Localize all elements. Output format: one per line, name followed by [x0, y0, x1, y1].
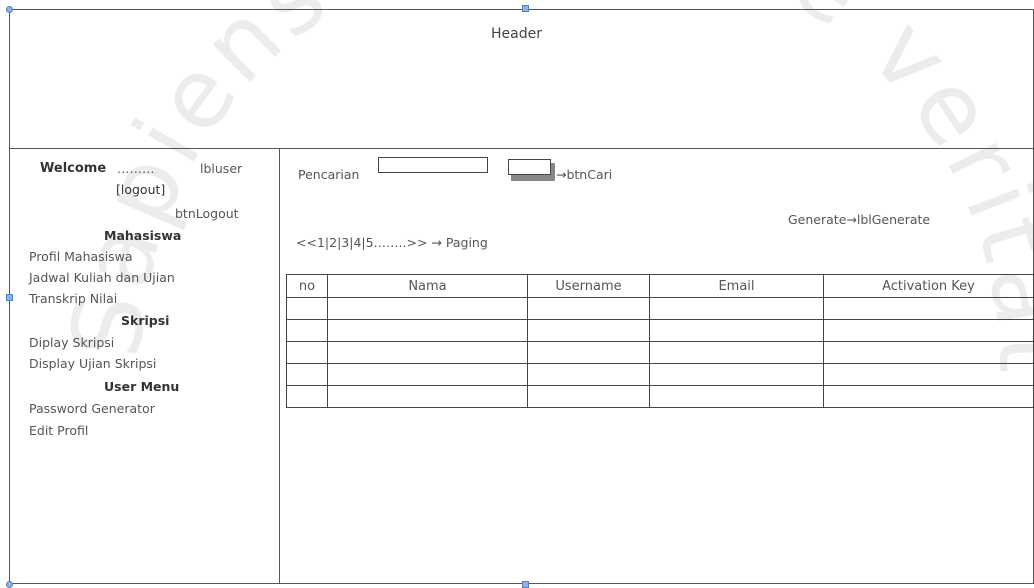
table-cell	[823, 319, 1034, 342]
table-cell	[327, 319, 528, 342]
sidebar-divider	[279, 148, 280, 584]
column-header-nama: Nama	[327, 274, 528, 298]
column-header-no: no	[286, 274, 328, 298]
welcome-label: Welcome	[40, 161, 107, 176]
table-cell	[286, 319, 328, 342]
table-cell	[286, 385, 328, 408]
section-title-user-menu: User Menu	[104, 379, 180, 394]
menu-item-edit-profil[interactable]: Edit Profil	[29, 423, 88, 438]
section-title-mahasiswa: Mahasiswa	[104, 228, 182, 243]
table-cell	[527, 319, 650, 342]
resize-handle-left[interactable]	[6, 294, 13, 301]
table-cell	[823, 385, 1034, 408]
btnlogout-label: btnLogout	[175, 206, 239, 221]
table-cell	[649, 341, 824, 364]
logout-link[interactable]: [logout]	[116, 182, 165, 197]
table-cell	[327, 297, 528, 320]
table-cell	[823, 341, 1034, 364]
lbluser-label: lbluser	[200, 161, 243, 176]
table-row	[286, 319, 1034, 342]
table-cell	[649, 319, 824, 342]
table-header-row: no Nama Username Email Activation Key	[286, 274, 1034, 298]
resize-handle-top[interactable]	[522, 5, 529, 12]
menu-item-display-ujian-skripsi[interactable]: Display Ujian Skripsi	[29, 356, 156, 371]
table-cell	[327, 385, 528, 408]
column-header-username: Username	[527, 274, 650, 298]
table-row	[286, 363, 1034, 386]
search-label: Pencarian	[298, 167, 360, 182]
table-cell	[327, 363, 528, 386]
data-table: no Nama Username Email Activation Key	[286, 274, 1034, 408]
table-row	[286, 341, 1034, 364]
menu-item-profil-mahasiswa[interactable]: Profil Mahasiswa	[29, 249, 133, 264]
table-cell	[649, 297, 824, 320]
table-cell	[286, 341, 328, 364]
table-cell	[649, 385, 824, 408]
resize-handle-bottom-left[interactable]	[6, 581, 13, 588]
welcome-dots: ………	[117, 161, 155, 176]
section-title-skripsi: Skripsi	[121, 313, 170, 328]
search-button[interactable]	[508, 159, 551, 175]
menu-item-jadwal-kuliah[interactable]: Jadwal Kuliah dan Ujian	[29, 270, 175, 285]
table-cell	[527, 297, 650, 320]
menu-item-transkrip-nilai[interactable]: Transkrip Nilai	[29, 291, 117, 306]
table-cell	[527, 385, 650, 408]
generate-label: Generate→lblGenerate	[788, 212, 931, 227]
header-divider	[9, 148, 1034, 149]
column-header-email: Email	[649, 274, 824, 298]
table-cell	[823, 297, 1034, 320]
column-header-activation-key: Activation Key	[823, 274, 1034, 298]
table-cell	[527, 363, 650, 386]
btncari-label: →btnCari	[556, 167, 613, 182]
table-row	[286, 297, 1034, 320]
search-input[interactable]	[378, 157, 488, 173]
table-row	[286, 385, 1034, 408]
table-cell	[286, 363, 328, 386]
table-cell	[286, 297, 328, 320]
header-title: Header	[491, 26, 542, 42]
menu-item-display-skripsi[interactable]: Diplay Skripsi	[29, 335, 114, 350]
table-cell	[527, 341, 650, 364]
table-cell	[823, 363, 1034, 386]
menu-item-password-generator[interactable]: Password Generator	[29, 401, 155, 416]
resize-handle-bottom[interactable]	[522, 581, 529, 588]
table-cell	[327, 341, 528, 364]
paging-control[interactable]: <<1|2|3|4|5……..>> → Paging	[296, 235, 488, 250]
resize-handle-top-left[interactable]	[6, 6, 13, 13]
table-cell	[649, 363, 824, 386]
